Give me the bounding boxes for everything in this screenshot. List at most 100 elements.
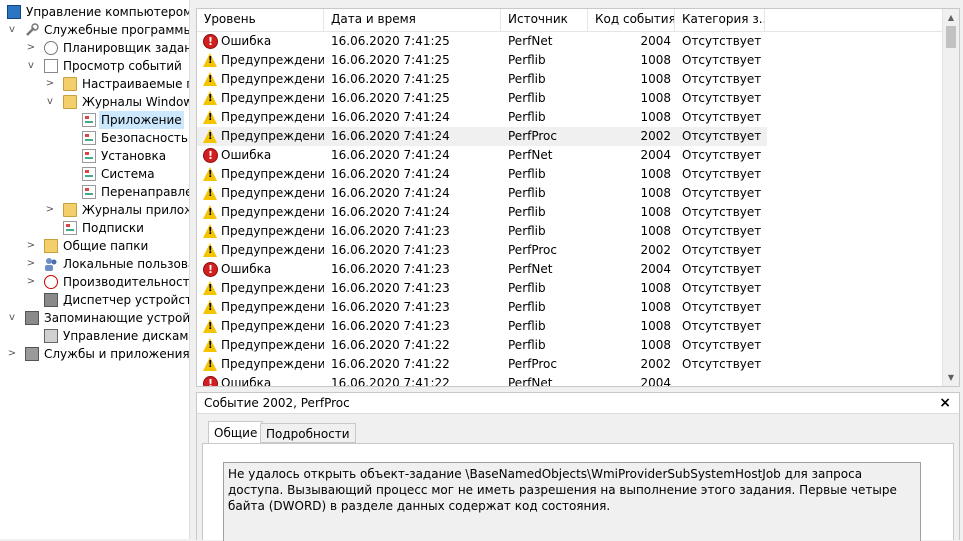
tree-item[interactable]: > Журналы приложе [0,201,189,219]
column-header-category[interactable]: Категория з... [675,9,765,31]
table-row[interactable]: ! Ошибка 16.06.2020 7:41:25 PerfNet 2004 Отсу… [197,32,767,51]
close-icon[interactable]: × [939,393,951,414]
cell-category: Отсутствует [682,300,762,314]
table-row[interactable]: ! Предупреждение 16.06.2020 7:41:22 Perflib… [197,336,767,355]
tree-item[interactable]: > Настраиваемые пр [0,75,189,93]
cell-event-id: 2004 [640,376,671,387]
cell-category: Отсутствует [682,338,762,352]
tree-item[interactable]: Диспетчер устройств [0,291,189,309]
table-row[interactable]: ! Предупреждение 16.06.2020 7:41:24 Perflib… [197,203,767,222]
tree-item[interactable]: > Планировщик заданий [0,39,189,57]
tree-item[interactable]: v Служебные программы [0,21,189,39]
tree-item-label: Журналы приложе [82,203,189,217]
tree-item[interactable]: Безопасность [0,129,189,147]
vertical-scrollbar[interactable]: ▲ ▼ [942,9,959,386]
table-row[interactable]: ! Предупреждение 16.06.2020 7:41:24 PerfPro… [197,127,767,146]
cell-category: Отсутствует [682,34,762,48]
performance-icon [44,275,58,289]
cell-datetime: 16.06.2020 7:41:24 [331,110,450,124]
chevron-right-icon[interactable]: > [45,201,55,219]
table-row[interactable]: ! Предупреждение 16.06.2020 7:41:22 PerfPro… [197,355,767,374]
table-row[interactable]: ! Предупреждение 16.06.2020 7:41:23 Perflib… [197,298,767,317]
cell-source: Perflib [508,72,546,86]
column-header-datetime[interactable]: Дата и время [324,9,501,31]
tree-item[interactable]: > Производительность [0,273,189,291]
chevron-down-icon[interactable]: v [7,309,17,327]
navigation-tree: Управление компьютером (л v Служебные прог… [0,0,190,539]
chevron-down-icon[interactable]: v [45,93,55,111]
cell-datetime: 16.06.2020 7:41:24 [331,205,450,219]
log-icon [82,113,96,127]
device-manager-icon [44,293,58,307]
tree-item[interactable]: v Запоминающие устройст [0,309,189,327]
table-row[interactable]: ! Ошибка 16.06.2020 7:41:24 PerfNet 2004 Отсу… [197,146,767,165]
event-message[interactable]: Не удалось открыть объект-задание \BaseN… [223,462,921,541]
tree-item[interactable]: Система [0,165,189,183]
tree-item-label: Безопасность [101,131,188,145]
tab-details[interactable]: Подробности [260,423,356,443]
tree-item[interactable]: Управление компьютером (л [0,3,189,21]
chevron-down-icon[interactable]: v [7,21,17,39]
column-header-source[interactable]: Источник [501,9,588,31]
tree-item[interactable]: > Локальные пользовате [0,255,189,273]
tree-item[interactable]: > Службы и приложения [0,345,189,363]
log-icon [82,131,96,145]
tree-item[interactable]: > Общие папки [0,237,189,255]
cell-level: Ошибка [221,376,272,387]
cell-source: Perflib [508,186,546,200]
chevron-right-icon[interactable]: > [26,255,36,273]
services-icon [25,347,39,361]
table-row[interactable]: ! Предупреждение 16.06.2020 7:41:23 Perflib… [197,317,767,336]
table-row[interactable]: ! Предупреждение 16.06.2020 7:41:24 Perflib… [197,108,767,127]
tree-item[interactable]: Установка [0,147,189,165]
chevron-right-icon[interactable]: > [26,39,36,57]
cell-level: Предупреждение [221,72,324,86]
cell-datetime: 16.06.2020 7:41:25 [331,72,450,86]
scroll-down-arrow-icon[interactable]: ▼ [943,369,959,386]
cell-event-id: 1008 [640,281,671,295]
tree-item[interactable]: v Просмотр событий [0,57,189,75]
table-row[interactable]: ! Ошибка 16.06.2020 7:41:23 PerfNet 2004 Отсу… [197,260,767,279]
chevron-right-icon[interactable]: > [26,273,36,291]
tree-item-label: Общие папки [63,239,149,253]
cell-source: PerfProc [508,129,557,143]
tree-item[interactable]: Перенаправлен [0,183,189,201]
table-row[interactable]: ! Предупреждение 16.06.2020 7:41:24 Perflib… [197,165,767,184]
scroll-up-arrow-icon[interactable]: ▲ [943,9,959,26]
chevron-right-icon[interactable]: > [45,75,55,93]
table-row[interactable]: ! Предупреждение 16.06.2020 7:41:23 Perflib… [197,222,767,241]
tree-item[interactable]: Подписки [0,219,189,237]
table-row[interactable]: ! Предупреждение 16.06.2020 7:41:25 Perflib… [197,51,767,70]
warning-icon: ! [203,300,218,315]
cell-event-id: 1008 [640,224,671,238]
cell-event-id: 1008 [640,167,671,181]
column-header-level[interactable]: Уровень [197,9,324,31]
scroll-thumb[interactable] [946,26,956,48]
table-row[interactable]: ! Предупреждение 16.06.2020 7:41:23 Perflib… [197,279,767,298]
tree-item[interactable]: Управление дисками [0,327,189,345]
tree-item-label: Диспетчер устройств [63,293,190,307]
table-row[interactable]: ! Предупреждение 16.06.2020 7:41:23 PerfPro… [197,241,767,260]
chevron-right-icon[interactable]: > [7,345,17,363]
chevron-down-icon[interactable]: v [26,57,36,75]
tree-item[interactable]: v Журналы Windows [0,93,189,111]
cell-category: Отсутствует [682,186,762,200]
warning-icon: ! [203,224,218,239]
cell-level: Ошибка [221,148,272,162]
detail-title: Событие 2002, PerfProc [197,393,959,414]
cell-event-id: 2004 [640,34,671,48]
clock-icon [44,41,58,55]
column-header-event-id[interactable]: Код события [588,9,675,31]
table-row[interactable]: ! Предупреждение 16.06.2020 7:41:24 Perflib… [197,184,767,203]
table-row[interactable]: ! Предупреждение 16.06.2020 7:41:25 Perflib… [197,70,767,89]
table-row[interactable]: ! Предупреждение 16.06.2020 7:41:25 Perflib… [197,89,767,108]
cell-datetime: 16.06.2020 7:41:25 [331,91,450,105]
tree-item[interactable]: Приложение [0,111,189,129]
chevron-right-icon[interactable]: > [26,237,36,255]
cell-category: Отсутствует [682,243,762,257]
cell-source: PerfProc [508,357,557,371]
tab-general[interactable]: Общие [208,421,264,444]
cell-source: PerfNet [508,34,553,48]
pane-splitter[interactable] [190,0,195,539]
table-row[interactable]: ! Ошибка 16.06.2020 7:41:22 PerfNet 2004 [197,374,767,387]
